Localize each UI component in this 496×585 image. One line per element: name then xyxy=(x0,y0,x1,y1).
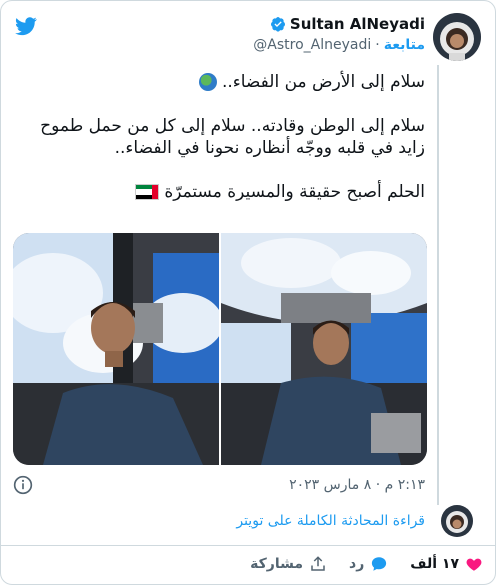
author-block: Sultan AlNeyadi متابعة · @Astro_Alneyadi xyxy=(253,15,425,53)
reader-avatar xyxy=(441,505,473,537)
tweet-line-1: سلام إلى الأرض من الفضاء.. xyxy=(221,72,425,92)
author-handle[interactable]: @Astro_Alneyadi xyxy=(253,37,371,53)
tweet-timestamp[interactable]: ٢:١٣ م · ٨ مارس ٢٠٢٣ xyxy=(289,477,425,493)
tweet-card: Sultan AlNeyadi متابعة · @Astro_Alneyadi… xyxy=(0,0,496,585)
like-button[interactable]: ١٧ ألف xyxy=(410,555,483,573)
author-name[interactable]: Sultan AlNeyadi xyxy=(290,15,425,33)
tweet-line-2: سلام إلى الوطن وقادته.. سلام إلى كل من ح… xyxy=(40,116,425,158)
tweet-photo-1[interactable] xyxy=(13,233,219,465)
thread-line xyxy=(437,65,439,505)
follow-button[interactable]: متابعة xyxy=(384,37,425,53)
divider xyxy=(1,545,495,546)
tweet-actions: ١٧ ألف رد مشاركة xyxy=(250,555,483,573)
tweet-photo-2[interactable] xyxy=(221,233,427,465)
info-icon[interactable] xyxy=(13,475,33,495)
reply-button[interactable]: رد xyxy=(349,555,388,573)
verified-badge-icon xyxy=(270,17,285,32)
share-upload-icon xyxy=(311,556,325,571)
globe-emoji-icon xyxy=(198,73,217,91)
share-button[interactable]: مشاركة xyxy=(250,555,327,573)
twitter-bird-icon[interactable] xyxy=(13,15,39,37)
heart-icon xyxy=(466,558,482,571)
reply-label: رد xyxy=(349,556,365,572)
like-count: ١٧ ألف xyxy=(410,556,459,572)
speech-bubble-icon xyxy=(372,557,387,571)
tweet-line-3: الحلم أصبح حقيقة والمسيرة مستمرّة xyxy=(164,182,425,202)
media-grid xyxy=(13,233,427,465)
tweet-text: سلام إلى الأرض من الفضاء.. سلام إلى الوط… xyxy=(15,71,425,203)
share-label: مشاركة xyxy=(250,556,304,572)
read-conversation-link[interactable]: قراءة المحادثة الكاملة على تويتر xyxy=(236,513,425,529)
uae-flag-icon xyxy=(134,184,159,200)
author-avatar[interactable] xyxy=(433,13,481,61)
meta-separator: · xyxy=(375,37,380,53)
